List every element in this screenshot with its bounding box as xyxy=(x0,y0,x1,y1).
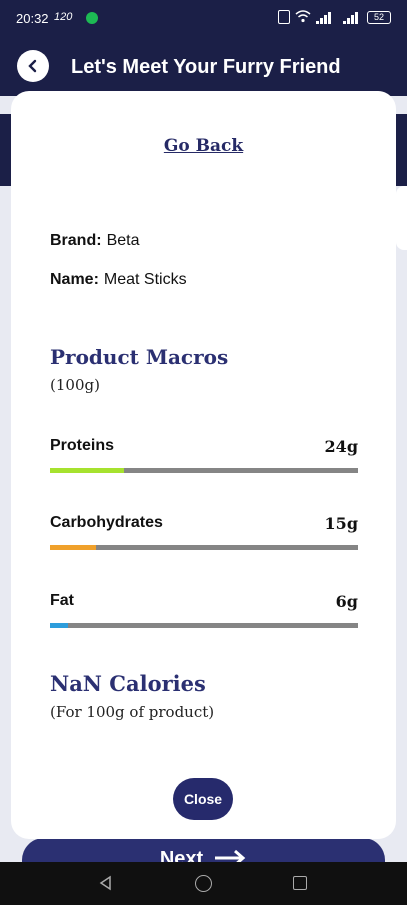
macros-subtitle: (100g) xyxy=(50,376,100,394)
macro-value: 6g xyxy=(335,592,358,611)
spotify-icon xyxy=(86,12,98,24)
macro-progress-fill xyxy=(50,623,69,628)
refresh-rate: 120 xyxy=(54,11,73,23)
nav-back-icon[interactable] xyxy=(98,875,114,891)
battery-icon: 52 xyxy=(367,11,391,24)
macro-name: Carbohydrates xyxy=(50,514,163,531)
go-back-link[interactable]: Go Back xyxy=(11,136,396,156)
macro-value: 15g xyxy=(324,514,358,533)
close-button[interactable]: Close xyxy=(173,778,233,820)
signal-icon-secondary xyxy=(343,12,358,24)
status-time: 20:32 xyxy=(16,11,49,26)
macro-progress-fill xyxy=(50,468,124,473)
app-header: Let's Meet Your Furry Friend xyxy=(0,36,407,96)
brand-label: Brand: xyxy=(50,232,102,249)
brand-row: Brand: Beta xyxy=(50,232,139,250)
nav-home-icon[interactable] xyxy=(195,875,212,892)
macro-progress-track xyxy=(50,545,358,550)
nfc-icon xyxy=(278,10,290,24)
macro-progress-track xyxy=(50,623,358,628)
background-card xyxy=(396,186,407,250)
status-bar: 20:32 120 52 xyxy=(0,0,407,36)
calories-title: NaN Calories xyxy=(50,671,206,696)
calories-subtitle: (For 100g of product) xyxy=(50,703,215,721)
name-value: Meat Sticks xyxy=(103,271,187,288)
macro-name: Proteins xyxy=(50,437,115,454)
signal-icon xyxy=(316,12,331,24)
wifi-icon xyxy=(295,10,311,26)
nav-recents-icon[interactable] xyxy=(293,876,307,890)
macro-progress-fill xyxy=(50,545,97,550)
product-details-modal: Go Back Brand: Beta Name: Meat Sticks Prod… xyxy=(11,91,396,839)
name-label: Name: xyxy=(50,271,99,288)
back-button[interactable] xyxy=(17,50,49,82)
macro-name: Fat xyxy=(50,592,74,609)
system-nav-bar xyxy=(0,862,407,905)
macros-title: Product Macros xyxy=(50,345,229,369)
macro-progress-track xyxy=(50,468,358,473)
brand-value: Beta xyxy=(106,232,140,249)
page-title: Let's Meet Your Furry Friend xyxy=(71,56,341,78)
chevron-left-icon xyxy=(28,59,37,73)
macro-value: 24g xyxy=(324,437,358,456)
name-row: Name: Meat Sticks xyxy=(50,271,187,289)
